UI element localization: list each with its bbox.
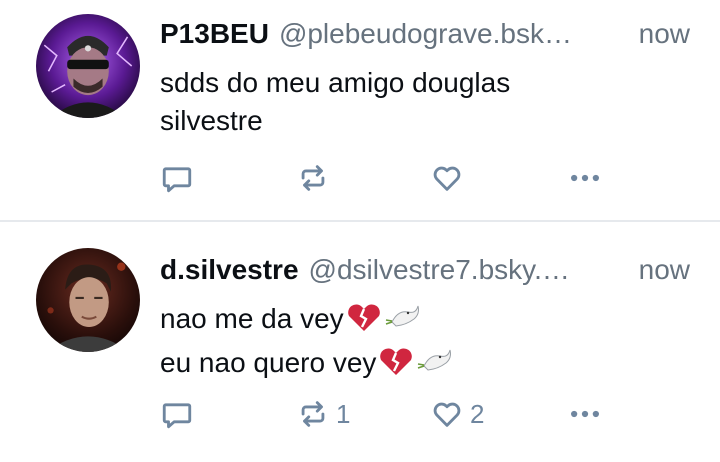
avatar-image bbox=[36, 248, 140, 352]
more-options-button[interactable] bbox=[566, 394, 604, 434]
handle[interactable]: @plebeudograve.bsk… bbox=[279, 18, 623, 50]
post-text-line: silvestre bbox=[160, 105, 263, 136]
like-button[interactable] bbox=[430, 158, 464, 198]
more-options-icon bbox=[571, 410, 599, 418]
heart-icon bbox=[433, 166, 461, 191]
post-2[interactable]: d.silvestre @dsilvestre7.bsky.… now nao … bbox=[0, 220, 720, 454]
post-header: d.silvestre @dsilvestre7.bsky.… now bbox=[160, 254, 690, 294]
avatar-image bbox=[36, 14, 140, 118]
reply-icon bbox=[162, 167, 192, 193]
timestamp[interactable]: now bbox=[639, 254, 690, 286]
handle[interactable]: @dsilvestre7.bsky.… bbox=[309, 254, 623, 286]
post-text: nao me da vey💔🕊️ eu nao quero vey💔🕊️ bbox=[160, 300, 680, 388]
avatar[interactable] bbox=[36, 14, 140, 118]
repost-count: 1 bbox=[336, 398, 351, 429]
like-button[interactable]: 2 bbox=[430, 394, 484, 434]
post-1[interactable]: P13BEU @plebeudograve.bsk… now sdds do m… bbox=[0, 0, 720, 220]
more-options-button[interactable] bbox=[566, 158, 604, 198]
post-header: P13BEU @plebeudograve.bsk… now bbox=[160, 18, 690, 58]
post-text-line: nao me da vey💔🕊️ bbox=[160, 300, 680, 344]
timestamp[interactable]: now bbox=[639, 18, 690, 50]
post-text-line: sdds do meu amigo douglas bbox=[160, 67, 511, 98]
repost-icon bbox=[301, 165, 325, 191]
post-actions: 1 2 bbox=[160, 394, 610, 434]
repost-button[interactable] bbox=[296, 158, 330, 198]
post-text-line: eu nao quero vey💔🕊️ bbox=[160, 344, 680, 388]
reply-button[interactable] bbox=[160, 394, 200, 434]
display-name[interactable]: d.silvestre bbox=[160, 254, 299, 286]
reply-icon bbox=[162, 403, 192, 429]
post-text-line-content: eu nao quero vey bbox=[160, 347, 377, 378]
like-count: 2 bbox=[470, 398, 485, 429]
post-text: sdds do meu amigo douglas silvestre bbox=[160, 64, 680, 140]
broken-heart-dove-icon bbox=[347, 304, 419, 331]
display-name[interactable]: P13BEU bbox=[160, 18, 269, 50]
heart-icon bbox=[433, 402, 461, 427]
reply-button[interactable] bbox=[160, 158, 194, 198]
post-text-line-content: nao me da vey bbox=[160, 303, 344, 334]
broken-heart-dove-icon bbox=[380, 348, 452, 375]
emoji-group: 💔🕊️ bbox=[378, 344, 454, 388]
post-actions bbox=[160, 158, 610, 198]
repost-button[interactable]: 1 bbox=[296, 394, 350, 434]
repost-icon bbox=[301, 401, 325, 427]
emoji-group: 💔🕊️ bbox=[346, 300, 422, 344]
avatar[interactable] bbox=[36, 248, 140, 352]
more-options-icon bbox=[571, 174, 599, 182]
